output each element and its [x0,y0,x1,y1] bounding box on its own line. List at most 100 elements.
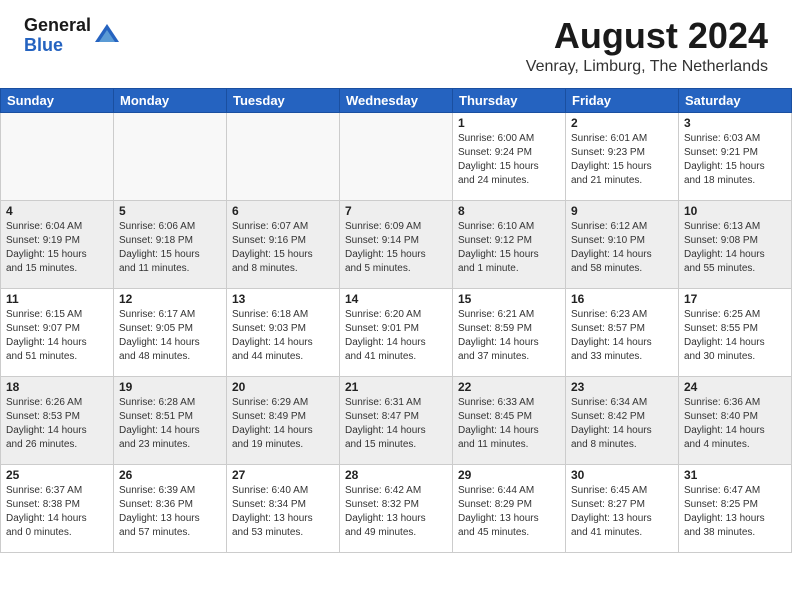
day-number-26: 26 [119,468,221,482]
day-number-17: 17 [684,292,786,306]
day-info-8: Sunrise: 6:10 AM Sunset: 9:12 PM Dayligh… [458,220,560,276]
day-number-30: 30 [571,468,673,482]
logo-blue: Blue [24,36,91,56]
day-cell-0-0 [1,112,114,200]
day-number-20: 20 [232,380,334,394]
day-info-23: Sunrise: 6:34 AM Sunset: 8:42 PM Dayligh… [571,396,673,452]
day-info-16: Sunrise: 6:23 AM Sunset: 8:57 PM Dayligh… [571,308,673,364]
day-info-12: Sunrise: 6:17 AM Sunset: 9:05 PM Dayligh… [119,308,221,364]
col-tuesday: Tuesday [227,88,340,112]
day-number-2: 2 [571,116,673,130]
day-cell-4-2: 27Sunrise: 6:40 AM Sunset: 8:34 PM Dayli… [227,464,340,552]
month-title: August 2024 [526,16,768,56]
day-cell-0-6: 3Sunrise: 6:03 AM Sunset: 9:21 PM Daylig… [679,112,792,200]
day-cell-3-4: 22 Sunrise: 6:33 AM Sunset: 8:45 PM Dayli… [453,376,566,464]
col-monday: Monday [114,88,227,112]
day-info-14: Sunrise: 6:20 AM Sunset: 9:01 PM Dayligh… [345,308,447,364]
day-number-14: 14 [345,292,447,306]
day-cell-2-1: 12 Sunrise: 6:17 AM Sunset: 9:05 PM Dayli… [114,288,227,376]
day-info-28: Sunrise: 6:42 AM Sunset: 8:32 PM Dayligh… [345,484,447,540]
day-info-24: Sunrise: 6:36 AM Sunset: 8:40 PM Dayligh… [684,396,786,452]
day-info-18: Sunrise: 6:26 AM Sunset: 8:53 PM Dayligh… [6,396,108,452]
day-number-12: 12 [119,292,221,306]
logo: General Blue [24,16,121,56]
day-cell-1-1: 5 Sunrise: 6:06 AM Sunset: 9:18 PM Daylig… [114,200,227,288]
day-cell-4-4: 29 Sunrise: 6:44 AM Sunset: 8:29 PM Dayli… [453,464,566,552]
day-number-10: 10 [684,204,786,218]
day-info-25: Sunrise: 6:37 AM Sunset: 8:38 PM Dayligh… [6,484,108,540]
day-cell-2-2: 13Sunrise: 6:18 AM Sunset: 9:03 PM Dayli… [227,288,340,376]
page-container: General Blue August 2024 Venray, Limburg… [0,0,792,553]
day-cell-2-5: 16 Sunrise: 6:23 AM Sunset: 8:57 PM Dayli… [566,288,679,376]
day-cell-2-3: 14 Sunrise: 6:20 AM Sunset: 9:01 PM Dayli… [340,288,453,376]
col-wednesday: Wednesday [340,88,453,112]
day-number-13: 13 [232,292,334,306]
col-thursday: Thursday [453,88,566,112]
day-cell-3-0: 18Sunrise: 6:26 AM Sunset: 8:53 PM Dayli… [1,376,114,464]
col-sunday: Sunday [1,88,114,112]
day-number-9: 9 [571,204,673,218]
day-info-19: Sunrise: 6:28 AM Sunset: 8:51 PM Dayligh… [119,396,221,452]
day-number-25: 25 [6,468,108,482]
day-cell-4-0: 25 Sunrise: 6:37 AM Sunset: 8:38 PM Dayli… [1,464,114,552]
day-number-21: 21 [345,380,447,394]
day-info-31: Sunrise: 6:47 AM Sunset: 8:25 PM Dayligh… [684,484,786,540]
day-number-23: 23 [571,380,673,394]
day-cell-0-1 [114,112,227,200]
title-section: August 2024 Venray, Limburg, The Netherl… [526,16,768,76]
day-number-3: 3 [684,116,786,130]
location: Venray, Limburg, The Netherlands [526,58,768,76]
day-cell-4-5: 30Sunrise: 6:45 AM Sunset: 8:27 PM Dayli… [566,464,679,552]
day-cell-4-3: 28Sunrise: 6:42 AM Sunset: 8:32 PM Dayli… [340,464,453,552]
day-info-4: Sunrise: 6:04 AM Sunset: 9:19 PM Dayligh… [6,220,108,276]
day-info-11: Sunrise: 6:15 AM Sunset: 9:07 PM Dayligh… [6,308,108,364]
week-row-1: 1 Sunrise: 6:00 AM Sunset: 9:24 PM Daylig… [1,112,792,200]
week-row-2: 4Sunrise: 6:04 AM Sunset: 9:19 PM Daylig… [1,200,792,288]
day-info-1: Sunrise: 6:00 AM Sunset: 9:24 PM Dayligh… [458,132,560,188]
day-cell-1-6: 10Sunrise: 6:13 AM Sunset: 9:08 PM Dayli… [679,200,792,288]
day-info-29: Sunrise: 6:44 AM Sunset: 8:29 PM Dayligh… [458,484,560,540]
day-info-17: Sunrise: 6:25 AM Sunset: 8:55 PM Dayligh… [684,308,786,364]
day-number-19: 19 [119,380,221,394]
day-info-15: Sunrise: 6:21 AM Sunset: 8:59 PM Dayligh… [458,308,560,364]
day-cell-4-6: 31Sunrise: 6:47 AM Sunset: 8:25 PM Dayli… [679,464,792,552]
day-cell-1-5: 9 Sunrise: 6:12 AM Sunset: 9:10 PM Daylig… [566,200,679,288]
day-cell-1-2: 6Sunrise: 6:07 AM Sunset: 9:16 PM Daylig… [227,200,340,288]
day-cell-1-3: 7 Sunrise: 6:09 AM Sunset: 9:14 PM Daylig… [340,200,453,288]
day-number-22: 22 [458,380,560,394]
day-number-24: 24 [684,380,786,394]
day-number-29: 29 [458,468,560,482]
day-info-2: Sunrise: 6:01 AM Sunset: 9:23 PM Dayligh… [571,132,673,188]
day-cell-0-4: 1 Sunrise: 6:00 AM Sunset: 9:24 PM Daylig… [453,112,566,200]
day-cell-0-3 [340,112,453,200]
day-cell-3-5: 23 Sunrise: 6:34 AM Sunset: 8:42 PM Dayli… [566,376,679,464]
day-cell-1-0: 4Sunrise: 6:04 AM Sunset: 9:19 PM Daylig… [1,200,114,288]
day-info-7: Sunrise: 6:09 AM Sunset: 9:14 PM Dayligh… [345,220,447,276]
day-info-22: Sunrise: 6:33 AM Sunset: 8:45 PM Dayligh… [458,396,560,452]
day-number-7: 7 [345,204,447,218]
day-info-9: Sunrise: 6:12 AM Sunset: 9:10 PM Dayligh… [571,220,673,276]
day-cell-3-6: 24 Sunrise: 6:36 AM Sunset: 8:40 PM Dayli… [679,376,792,464]
day-number-15: 15 [458,292,560,306]
calendar-table: Sunday Monday Tuesday Wednesday Thursday… [0,88,792,553]
logo-icon [93,22,121,50]
day-number-27: 27 [232,468,334,482]
calendar-header-row: Sunday Monday Tuesday Wednesday Thursday… [1,88,792,112]
day-cell-2-4: 15 Sunrise: 6:21 AM Sunset: 8:59 PM Dayli… [453,288,566,376]
week-row-4: 18Sunrise: 6:26 AM Sunset: 8:53 PM Dayli… [1,376,792,464]
day-info-21: Sunrise: 6:31 AM Sunset: 8:47 PM Dayligh… [345,396,447,452]
day-cell-0-5: 2 Sunrise: 6:01 AM Sunset: 9:23 PM Daylig… [566,112,679,200]
logo-general: General [24,16,91,36]
day-number-5: 5 [119,204,221,218]
day-number-16: 16 [571,292,673,306]
day-cell-4-1: 26Sunrise: 6:39 AM Sunset: 8:36 PM Dayli… [114,464,227,552]
day-number-6: 6 [232,204,334,218]
day-number-1: 1 [458,116,560,130]
week-row-3: 11 Sunrise: 6:15 AM Sunset: 9:07 PM Dayli… [1,288,792,376]
day-number-11: 11 [6,292,108,306]
day-cell-3-1: 19 Sunrise: 6:28 AM Sunset: 8:51 PM Dayli… [114,376,227,464]
day-cell-3-2: 20Sunrise: 6:29 AM Sunset: 8:49 PM Dayli… [227,376,340,464]
day-info-5: Sunrise: 6:06 AM Sunset: 9:18 PM Dayligh… [119,220,221,276]
day-cell-3-3: 21 Sunrise: 6:31 AM Sunset: 8:47 PM Dayli… [340,376,453,464]
col-friday: Friday [566,88,679,112]
